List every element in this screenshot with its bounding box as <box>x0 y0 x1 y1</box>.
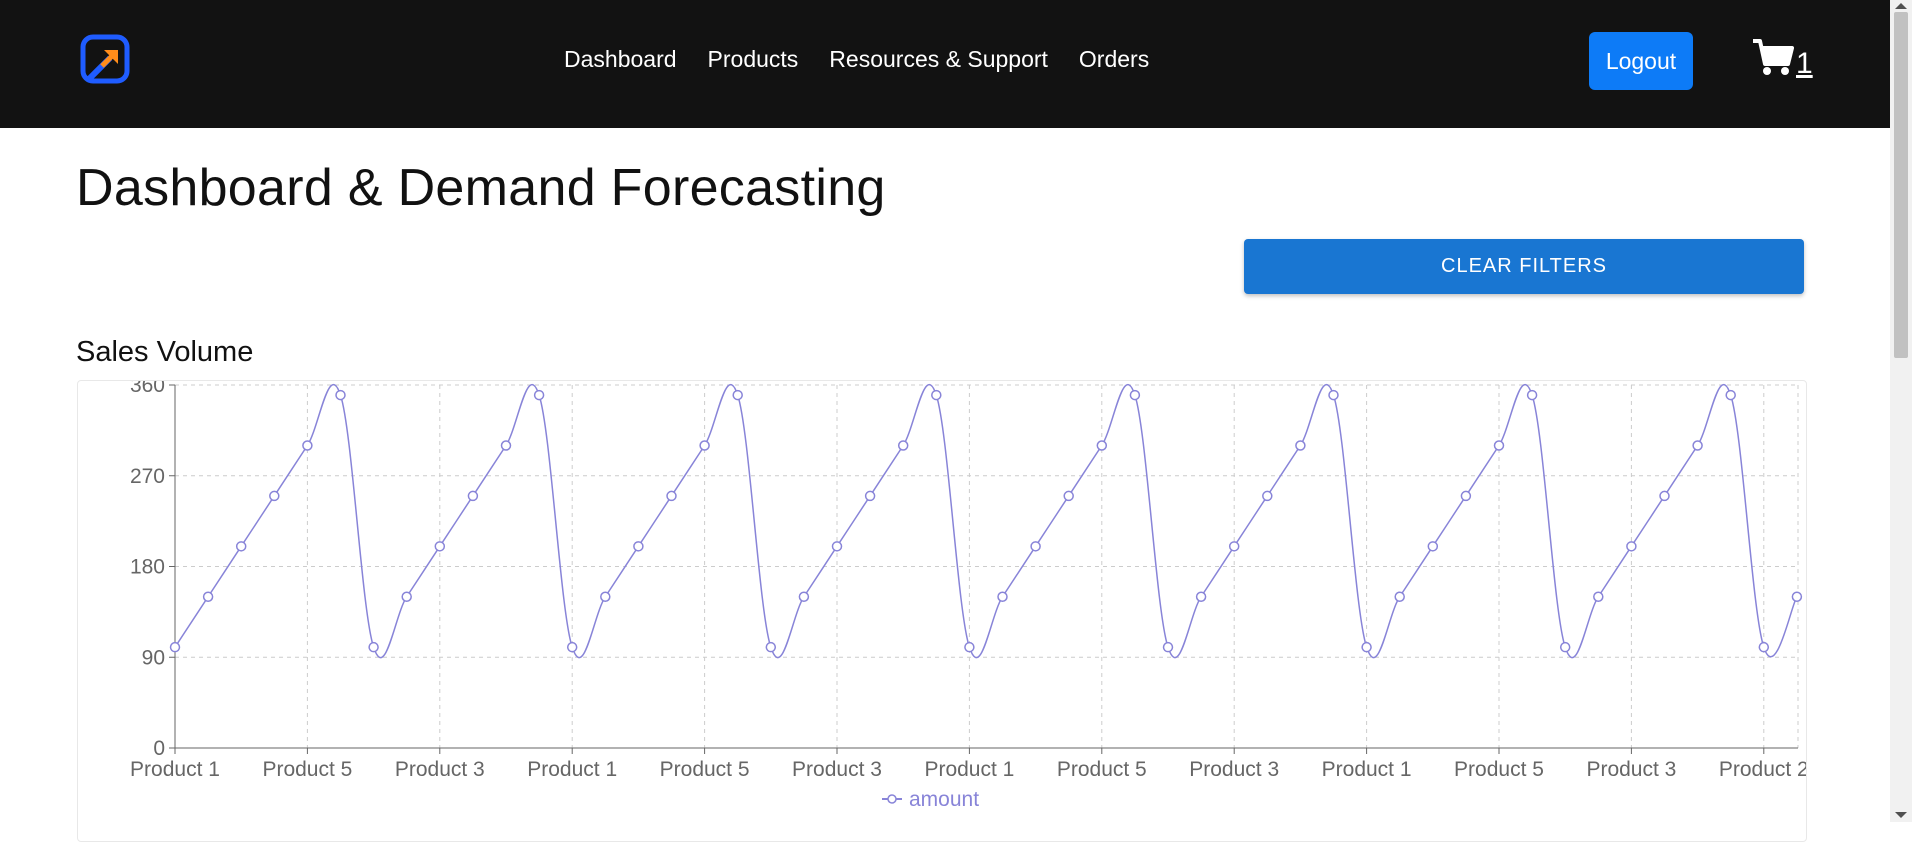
data-point <box>1129 389 1141 401</box>
x-tick-label: Product 3 <box>1586 758 1676 781</box>
y-tick-label: 180 <box>130 556 165 579</box>
nav-links: Dashboard Products Resources & Support O… <box>564 46 1149 73</box>
data-point <box>600 591 611 602</box>
cart-icon <box>1752 38 1794 81</box>
data-point <box>1526 389 1538 401</box>
data-point <box>1427 541 1439 552</box>
x-tick-label: Product 5 <box>1057 758 1147 781</box>
data-point <box>732 389 743 401</box>
data-point <box>666 490 677 502</box>
data-point <box>1626 541 1637 552</box>
data-point <box>1096 440 1108 451</box>
data-point <box>864 490 876 502</box>
data-point <box>964 641 975 653</box>
data-point <box>1228 541 1240 552</box>
nav-link-orders[interactable]: Orders <box>1079 46 1149 73</box>
series-line-amount <box>174 384 1798 659</box>
clear-filters-button[interactable]: CLEAR FILTERS <box>1244 239 1804 294</box>
data-point <box>1692 440 1703 451</box>
data-point <box>1262 490 1273 502</box>
y-tick-label: 0 <box>153 737 165 760</box>
data-point <box>831 541 843 552</box>
y-tick-label: 90 <box>142 646 165 669</box>
logout-button[interactable]: Logout <box>1589 32 1693 90</box>
data-point <box>1295 440 1306 451</box>
legend-marker-icon <box>887 794 897 804</box>
data-point <box>169 641 181 653</box>
data-point <box>1659 490 1670 502</box>
x-tick-label: Product 1 <box>1322 758 1412 781</box>
data-point <box>202 591 214 602</box>
data-point <box>335 389 346 401</box>
data-point <box>302 440 313 451</box>
data-point <box>500 440 512 451</box>
data-point <box>931 389 942 401</box>
data-point <box>566 641 578 653</box>
data-point <box>633 541 644 552</box>
data-point <box>434 541 446 552</box>
data-point <box>401 591 412 602</box>
x-tick-label: Product 1 <box>924 758 1014 781</box>
top-navbar: Dashboard Products Resources & Support O… <box>0 0 1890 128</box>
x-tick-label: Product 1 <box>527 758 617 781</box>
data-point <box>1758 641 1770 653</box>
nav-link-dashboard[interactable]: Dashboard <box>564 46 677 73</box>
data-point <box>1559 641 1571 653</box>
cart-count: 1 <box>1796 47 1813 80</box>
x-tick-label: Product 2 <box>1719 758 1806 781</box>
data-point <box>269 490 280 502</box>
x-tick-label: Product 3 <box>792 758 882 781</box>
data-point <box>1791 591 1803 602</box>
section-title: Sales Volume <box>76 336 254 368</box>
data-point <box>1493 440 1505 451</box>
scroll-thumb[interactable] <box>1894 12 1908 358</box>
page-title: Dashboard & Demand Forecasting <box>76 159 886 217</box>
logo-icon[interactable] <box>80 34 132 86</box>
y-tick-label: 360 <box>130 381 165 397</box>
data-point <box>798 591 810 602</box>
data-point <box>997 591 1008 602</box>
scrollbar[interactable] <box>1890 0 1912 822</box>
x-tick-label: Product 5 <box>262 758 352 781</box>
data-point <box>1328 389 1339 401</box>
data-point <box>1394 591 1405 602</box>
legend-label: amount <box>909 788 979 811</box>
data-point <box>897 440 909 451</box>
data-point <box>533 389 545 401</box>
data-point <box>467 490 479 502</box>
data-point <box>235 541 247 552</box>
cart-button[interactable]: 1 <box>1752 38 1813 81</box>
nav-link-resources-support[interactable]: Resources & Support <box>829 46 1048 73</box>
data-point <box>1361 641 1372 653</box>
chart-svg: 0 90 180 270 360 Product 1 Product 5 Product 3 P… <box>130 381 1806 811</box>
data-point <box>1593 591 1604 602</box>
x-tick-label: Product 5 <box>660 758 750 781</box>
data-point <box>1063 490 1074 502</box>
nav-link-products[interactable]: Products <box>708 46 799 73</box>
sales-volume-chart: 0 90 180 270 360 Product 1 Product 5 Product 3 P… <box>77 380 1807 842</box>
scroll-down-arrow-icon[interactable] <box>1895 812 1907 818</box>
data-point <box>1460 490 1472 502</box>
data-point <box>1162 641 1174 653</box>
x-tick-label: Product 5 <box>1454 758 1544 781</box>
x-tick-label: Product 3 <box>1189 758 1279 781</box>
data-point <box>1725 389 1736 401</box>
y-tick-label: 270 <box>130 465 165 488</box>
data-point <box>765 641 777 653</box>
scroll-up-arrow-icon[interactable] <box>1895 3 1907 9</box>
x-tick-label: Product 3 <box>395 758 485 781</box>
data-point <box>1030 541 1041 552</box>
data-point <box>368 641 379 653</box>
data-point <box>1195 591 1207 602</box>
x-tick-label: Product 1 <box>130 758 220 781</box>
data-point <box>699 440 710 451</box>
